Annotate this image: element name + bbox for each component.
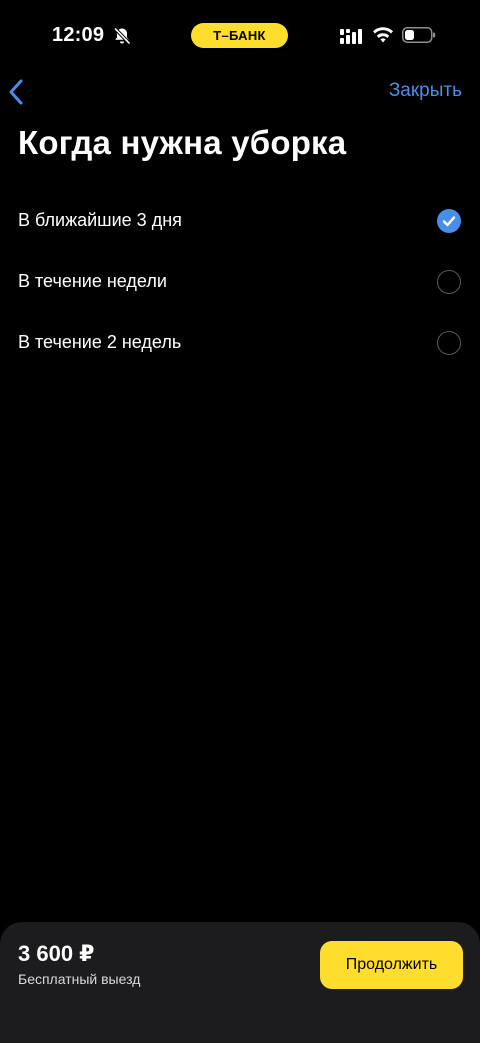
- wifi-icon: [372, 26, 394, 44]
- bank-pill[interactable]: Т–БАНК: [191, 23, 288, 48]
- screen: 12:09 Т–БАНК Закрыть Когда нужна уборка …: [0, 0, 480, 1043]
- radio-unchecked-icon[interactable]: [437, 270, 461, 294]
- radio-unchecked-icon[interactable]: [437, 331, 461, 355]
- radio-checked-icon[interactable]: [437, 209, 461, 233]
- bell-slash-icon: [112, 26, 132, 46]
- battery-icon: [402, 26, 436, 44]
- option-item-week[interactable]: В течение недели: [0, 251, 480, 312]
- chevron-left-icon[interactable]: [6, 78, 26, 106]
- price-value: 3 600 ₽: [18, 941, 95, 966]
- close-button[interactable]: Закрыть: [389, 80, 462, 102]
- price-note: Бесплатный выезд: [18, 971, 141, 987]
- cellular-signal-icon: [340, 28, 362, 44]
- page-title: Когда нужна уборка: [18, 124, 347, 161]
- option-label: В течение 2 недель: [18, 332, 182, 352]
- option-label: В ближайшие 3 дня: [18, 210, 182, 230]
- option-item-2-weeks[interactable]: В течение 2 недель: [0, 312, 480, 373]
- status-time: 12:09: [52, 24, 105, 46]
- status-bar: 12:09 Т–БАНК: [0, 0, 480, 70]
- bottom-bar: 3 600 ₽ Бесплатный выезд Продолжить: [0, 922, 480, 1043]
- option-item-3-days[interactable]: В ближайшие 3 дня: [0, 190, 480, 251]
- option-label: В течение недели: [18, 271, 167, 291]
- continue-button[interactable]: Продолжить: [320, 941, 463, 989]
- option-list: В ближайшие 3 дня В течение недели В теч…: [0, 190, 480, 373]
